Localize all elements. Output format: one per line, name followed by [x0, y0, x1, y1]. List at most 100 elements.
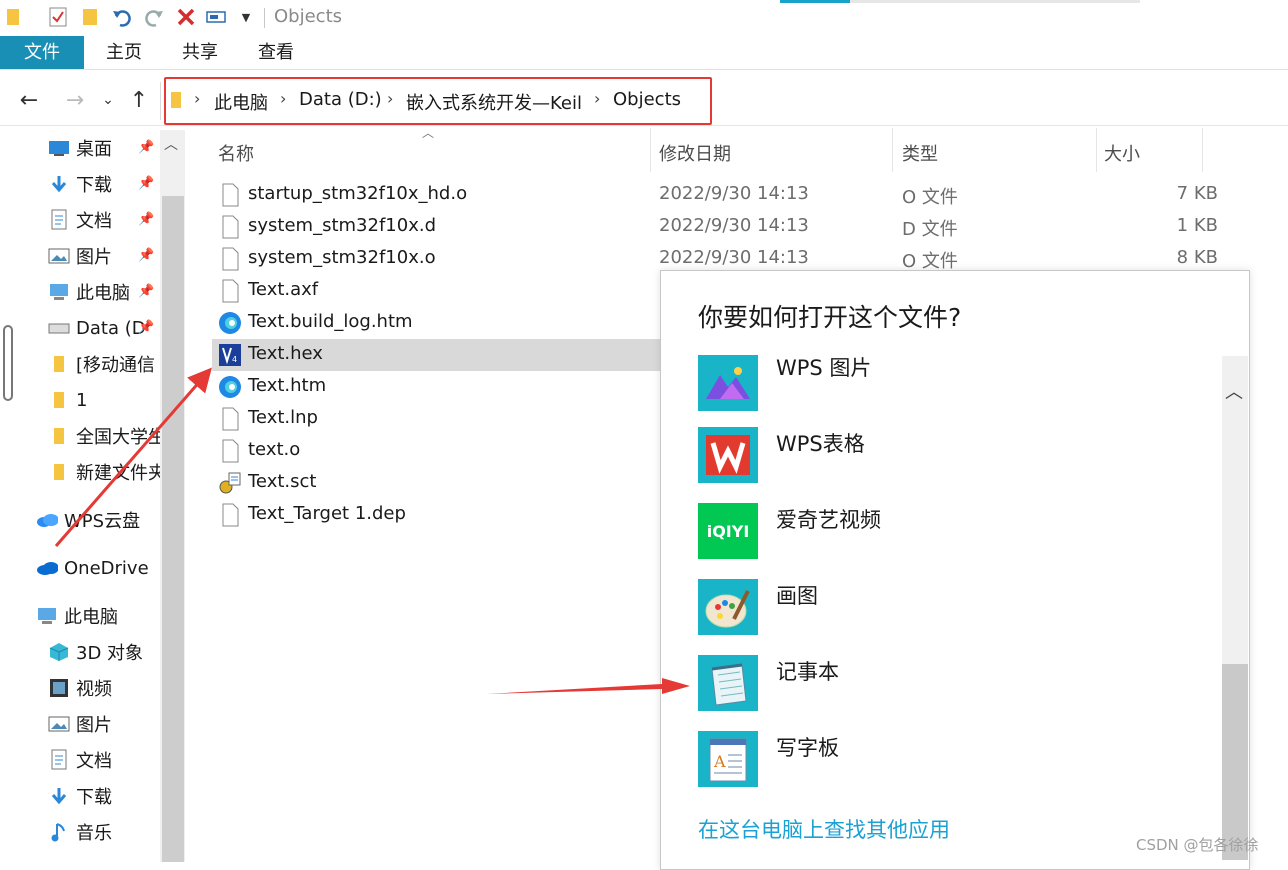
delete-icon[interactable]: [174, 5, 198, 29]
document-icon: [48, 749, 70, 771]
file-icon: [218, 215, 242, 239]
column-header-type[interactable]: 类型: [902, 140, 938, 166]
paint-icon[interactable]: [698, 579, 758, 635]
window-title: Objects: [274, 6, 343, 27]
wps-picture-icon[interactable]: [698, 355, 758, 411]
column-header-name[interactable]: 名称: [218, 140, 254, 166]
wps-spreadsheet-icon[interactable]: [698, 427, 758, 483]
iqiyi-logo-text: iQIYI: [706, 521, 750, 541]
watermark: CSDN @包各徐徐: [1136, 836, 1259, 854]
scroll-up-chevron-icon[interactable]: ︿: [164, 134, 178, 154]
nav-item-label: 视频: [76, 679, 112, 700]
forward-arrow-icon[interactable]: →: [62, 86, 88, 114]
tab-share[interactable]: 共享: [160, 36, 240, 69]
desktop-icon: [48, 137, 70, 159]
nav-item-label: 下载: [76, 175, 112, 196]
notepad-icon[interactable]: [698, 655, 758, 711]
music-icon: [48, 821, 70, 843]
pin-icon[interactable]: 📌: [138, 140, 154, 155]
nav-item-label: 下载: [76, 787, 112, 808]
rename-icon[interactable]: [206, 5, 230, 29]
edge-icon: [218, 311, 242, 335]
dialog-title: 你要如何打开这个文件?: [698, 303, 962, 332]
keil-icon: 4: [218, 343, 242, 367]
pictures-icon: [48, 245, 70, 267]
wps-cloud-icon: [36, 509, 58, 531]
up-arrow-icon[interactable]: ↑: [126, 86, 152, 114]
ribbon-tabs: 文件 主页 共享 查看: [0, 36, 1288, 70]
file-name: system_stm32f10x.d: [248, 215, 436, 236]
customize-dropdown-icon[interactable]: ▼: [234, 5, 258, 29]
tab-home[interactable]: 主页: [84, 36, 164, 69]
file-name: Text.hex: [248, 343, 323, 364]
outer-scrollbar-handle[interactable]: [3, 325, 13, 401]
recent-locations-chevron-icon[interactable]: ⌄: [98, 86, 118, 114]
file-date: 2022/9/30 14:13: [659, 215, 809, 236]
app-label-paint[interactable]: 画图: [776, 580, 818, 610]
tab-file[interactable]: 文件: [0, 36, 84, 69]
quick-access-toolbar: ▼ Objects: [0, 0, 1288, 36]
column-divider[interactable]: [1202, 128, 1203, 172]
file-name: Text.sct: [248, 471, 317, 492]
file-name: text.o: [248, 439, 301, 460]
nav-item-label: WPS云盘: [64, 511, 141, 532]
back-arrow-icon[interactable]: ←: [16, 86, 42, 114]
document-icon: [48, 209, 70, 231]
3d-objects-icon: [48, 641, 70, 663]
iqiyi-icon[interactable]: iQIYI: [698, 503, 758, 559]
properties-check-icon[interactable]: [46, 5, 70, 29]
pin-icon[interactable]: 📌: [138, 284, 154, 299]
column-divider[interactable]: [650, 128, 651, 172]
new-folder-icon[interactable]: [78, 5, 102, 29]
tab-view[interactable]: 查看: [236, 36, 316, 69]
scroll-up-chevron-icon[interactable]: ︿: [1225, 378, 1243, 404]
find-other-apps-link[interactable]: 在这台电脑上查找其他应用: [698, 814, 950, 844]
pin-icon[interactable]: 📌: [138, 176, 154, 191]
folder-icon: [48, 425, 70, 447]
dialog-scrollbar-thumb[interactable]: [1222, 664, 1248, 860]
app-label-wps-picture[interactable]: WPS 图片: [776, 352, 871, 382]
app-label-iqiyi[interactable]: 爱奇艺视频: [776, 504, 881, 534]
column-header-size[interactable]: 大小: [1104, 140, 1140, 166]
folder-icon: [48, 353, 70, 375]
file-name: system_stm32f10x.o: [248, 247, 436, 268]
toolbar-separator: [264, 8, 265, 28]
svg-text:4: 4: [232, 355, 237, 364]
video-icon: [48, 677, 70, 699]
annotation-highlight-box: [164, 77, 712, 125]
nav-item-label: 新建文件夹: [76, 463, 166, 484]
nav-pane-scrollbar-thumb[interactable]: [162, 196, 184, 862]
file-icon: [218, 407, 242, 431]
pin-icon[interactable]: 📌: [138, 248, 154, 263]
svg-text:A: A: [713, 752, 726, 771]
app-label-wordpad[interactable]: 写字板: [776, 732, 839, 762]
column-header-date[interactable]: 修改日期: [659, 140, 731, 166]
file-date: 2022/9/30 14:13: [659, 183, 809, 204]
file-name: Text.htm: [248, 375, 327, 396]
column-divider[interactable]: [1096, 128, 1097, 172]
edge-icon: [218, 375, 242, 399]
nav-item-label: OneDrive: [64, 557, 149, 579]
computer-icon: [36, 605, 58, 627]
folder-icon: [2, 5, 26, 29]
nav-item-label: 全国大学生: [76, 427, 166, 448]
undo-icon[interactable]: [110, 5, 134, 29]
redo-icon[interactable]: [142, 5, 166, 29]
file-type: O 文件: [902, 187, 958, 208]
file-name: Text_Target 1.dep: [248, 503, 406, 524]
file-name: startup_stm32f10x_hd.o: [248, 183, 468, 204]
app-label-notepad[interactable]: 记事本: [776, 656, 839, 686]
wordpad-icon[interactable]: A: [698, 731, 758, 787]
nav-item-label: 文档: [76, 211, 112, 232]
pin-icon[interactable]: 📌: [138, 320, 154, 335]
column-divider[interactable]: [892, 128, 893, 172]
pin-icon[interactable]: 📌: [138, 212, 154, 227]
app-label-wps-spreadsheet[interactable]: WPS表格: [776, 428, 865, 458]
file-icon: [218, 247, 242, 271]
scatter-file-icon: [218, 471, 242, 495]
file-size: 1 KB: [1176, 215, 1218, 236]
nav-item-label: 桌面: [76, 139, 112, 160]
computer-icon: [48, 281, 70, 303]
download-icon: [48, 785, 70, 807]
file-icon: [218, 279, 242, 303]
